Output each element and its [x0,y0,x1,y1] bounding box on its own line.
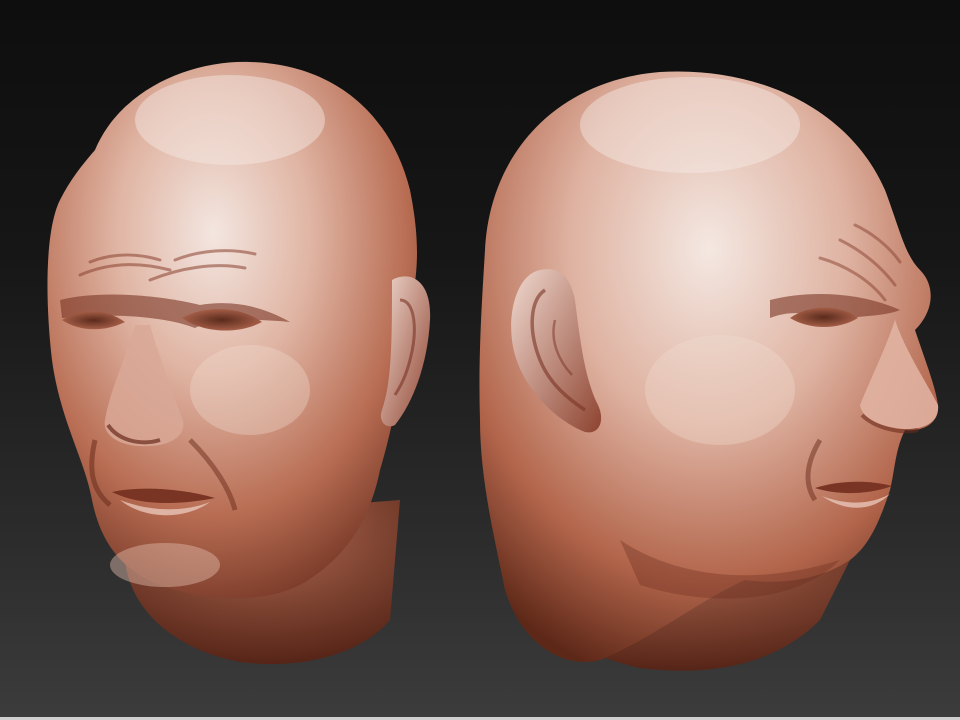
head-left [47,61,431,665]
render-canvas [47,61,939,671]
render-viewport [0,0,960,720]
head-right [479,71,939,671]
